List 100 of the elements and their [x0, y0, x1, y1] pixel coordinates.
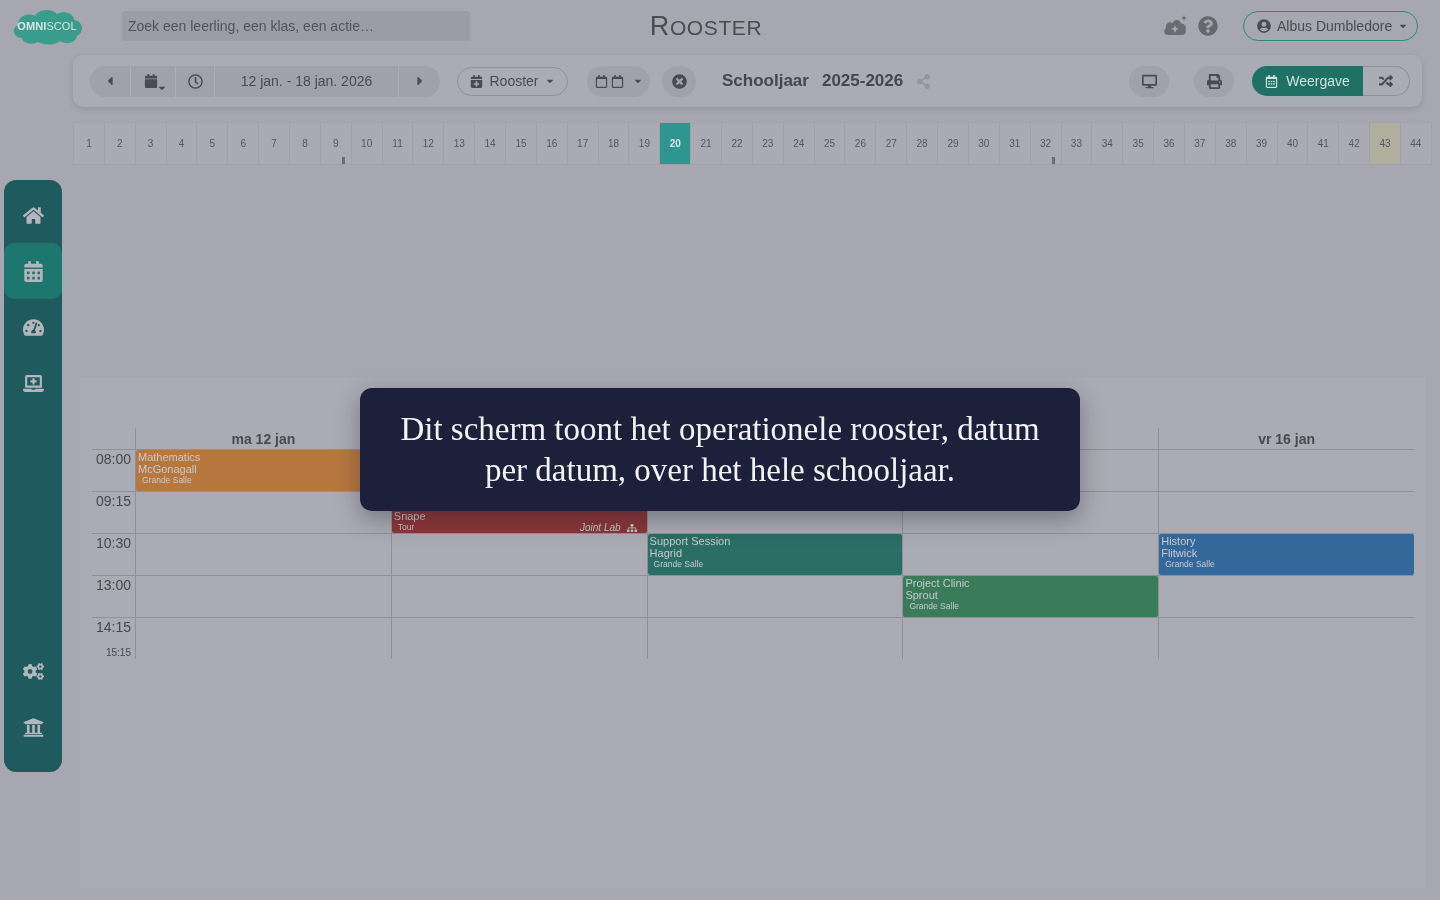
lesson-room: Grande Salle — [142, 475, 192, 486]
calendar-icon — [22, 260, 44, 282]
sidebar-item[interactable] — [4, 243, 62, 299]
lesson-subject: History — [1161, 535, 1197, 547]
end-time-label: 15:15 — [105, 647, 131, 658]
lesson-teacher: McGonagall — [138, 463, 198, 475]
page-title: ROOSTER — [649, 10, 764, 42]
week-tab[interactable]: 32 — [1030, 123, 1062, 164]
week-tab[interactable]: 30 — [968, 123, 1000, 164]
lesson-tag: Joint Lab — [580, 522, 621, 533]
week-tab[interactable]: 2 — [104, 123, 136, 164]
home-icon — [22, 204, 44, 226]
week-tab[interactable]: 10 — [351, 123, 383, 164]
week-tab[interactable]: 28 — [907, 123, 939, 164]
week-tab[interactable]: 6 — [228, 123, 260, 164]
help-icon[interactable] — [1198, 16, 1218, 36]
week-tab[interactable]: 35 — [1123, 123, 1155, 164]
week-tab[interactable]: 24 — [783, 123, 815, 164]
calendar-icon — [610, 74, 624, 88]
lesson-room: Grande Salle — [909, 601, 959, 612]
calendar-plus-icon — [470, 74, 484, 88]
lesson-card[interactable]: Project Clinic Sprout Grande Salle — [903, 576, 1159, 617]
clear-button[interactable] — [662, 65, 696, 97]
week-tab[interactable]: 1 — [74, 123, 105, 164]
week-tab[interactable]: 36 — [1154, 123, 1185, 164]
user-name: Albus Dumbledore — [1277, 18, 1393, 34]
view-button[interactable]: Weergave — [1252, 66, 1363, 96]
gears-icon — [22, 660, 44, 682]
print-icon — [1206, 73, 1222, 89]
week-tab[interactable]: 11 — [382, 123, 414, 164]
calendar-icon — [594, 74, 608, 88]
week-tab[interactable]: 3 — [135, 123, 167, 164]
school-year-value: 2025-2026 — [821, 71, 904, 91]
monitor-icon — [1141, 73, 1157, 89]
week-tab[interactable]: 18 — [598, 123, 630, 164]
week-tab[interactable]: 20 — [660, 123, 692, 164]
week-tab[interactable]: 5 — [197, 123, 229, 164]
clock-icon — [187, 73, 203, 89]
week-tab[interactable]: 26 — [845, 123, 877, 164]
week-tab[interactable]: 40 — [1277, 123, 1309, 164]
user-icon — [1257, 19, 1271, 33]
week-tab[interactable]: 29 — [938, 123, 969, 164]
gauge-icon — [22, 316, 44, 338]
time-label: 08:00 — [95, 451, 131, 467]
lesson-room: Grande Salle — [653, 559, 704, 570]
calendar-range-dropdown[interactable] — [587, 65, 650, 97]
week-tab[interactable]: 27 — [876, 123, 908, 164]
week-tab[interactable]: 33 — [1061, 123, 1093, 164]
week-tab[interactable]: 41 — [1308, 123, 1340, 164]
bank-icon — [22, 716, 44, 738]
school-year-label: Schooljaar — [722, 71, 809, 91]
week-tab[interactable]: 23 — [752, 123, 784, 164]
week-tab[interactable]: 22 — [722, 123, 753, 164]
laptop-plus-icon — [22, 372, 44, 394]
cloud-sparkle-icon[interactable] — [1163, 15, 1188, 37]
week-tab[interactable]: 39 — [1246, 123, 1278, 164]
lesson-room: Grande Salle — [1164, 559, 1215, 570]
lesson-teacher: Sprout — [905, 589, 939, 601]
date-range-button[interactable]: 12 jan. - 18 jan. 2026 — [214, 65, 398, 97]
lesson-subject: Support Session — [649, 535, 732, 547]
time-label: 09:15 — [95, 493, 131, 509]
search-field[interactable]: Zoek een leerling, een klas, een actie… — [122, 11, 470, 41]
week-tab[interactable]: 37 — [1184, 123, 1216, 164]
close-icon — [671, 73, 687, 89]
week-tab[interactable]: 44 — [1400, 123, 1431, 164]
time-label: 13:00 — [95, 577, 131, 593]
week-tab[interactable]: 16 — [536, 123, 568, 164]
calendar-icon — [144, 74, 158, 88]
print-button[interactable] — [1194, 65, 1234, 97]
lesson-teacher: Flitwick — [1161, 547, 1199, 559]
week-tab[interactable]: 7 — [259, 123, 290, 164]
time-label: 10:30 — [95, 535, 131, 551]
display-button[interactable] — [1129, 65, 1169, 97]
time-label: 14:15 — [95, 619, 131, 635]
week-tab[interactable]: 17 — [567, 123, 599, 164]
lesson-subject: Mathematics — [138, 451, 202, 463]
week-tab[interactable]: 8 — [290, 123, 321, 164]
week-tab[interactable]: 43 — [1370, 123, 1401, 164]
tooltip-text: Dit scherm toont het operationele rooster, datum per datum, over het hele schooljaar. — [399, 409, 1041, 490]
week-tab[interactable]: 14 — [475, 123, 507, 164]
week-tab[interactable]: 38 — [1215, 123, 1247, 164]
week-tab[interactable]: 34 — [1092, 123, 1124, 164]
sitemap-icon — [626, 522, 637, 533]
week-tab[interactable]: 25 — [814, 123, 846, 164]
week-tab[interactable]: 21 — [691, 123, 723, 164]
lesson-card[interactable]: History Flitwick Grande Salle — [1159, 534, 1414, 575]
lesson-teacher: Hagrid — [649, 547, 683, 559]
week-tab[interactable]: 12 — [413, 123, 445, 164]
week-tab[interactable]: 31 — [999, 123, 1031, 164]
week-tab[interactable]: 9 — [320, 123, 352, 164]
week-tab[interactable]: 4 — [166, 123, 198, 164]
lesson-room: Tour — [396, 522, 415, 533]
lesson-teacher: Snape — [393, 510, 427, 522]
day-header: vr 16 jan — [1158, 428, 1414, 449]
calendar-icon — [1265, 74, 1279, 88]
lesson-subject: Project Clinic — [905, 577, 971, 589]
week-tab[interactable]: 13 — [444, 123, 476, 164]
week-tab[interactable]: 15 — [506, 123, 537, 164]
lesson-card[interactable]: Support Session Hagrid Grande Salle — [647, 534, 903, 575]
shuffle-icon — [1379, 74, 1393, 88]
